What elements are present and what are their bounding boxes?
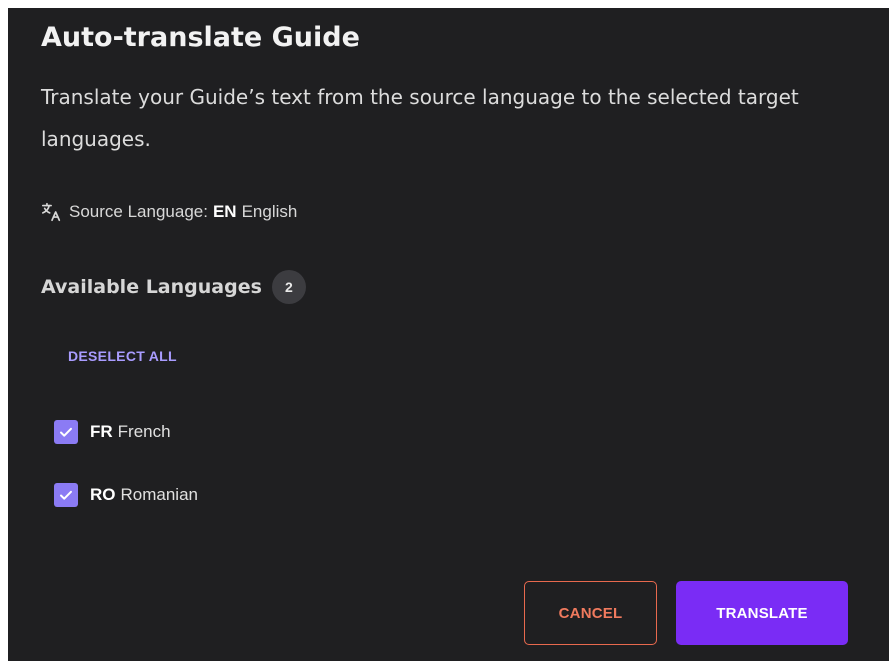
available-languages-count-badge: 2 [271, 270, 306, 304]
available-languages-label: Available Languages [41, 276, 262, 298]
translate-button[interactable]: TRANSLATE [676, 581, 848, 645]
source-language-code: EN [212, 202, 237, 221]
language-code: FR [90, 422, 113, 441]
available-languages-header: Available Languages 2 [41, 270, 306, 304]
auto-translate-dialog: Auto-translate Guide Translate your Guid… [8, 8, 889, 661]
deselect-all-button[interactable]: DESELECT ALL [68, 348, 177, 364]
language-name: French [117, 422, 171, 441]
language-name: Romanian [120, 485, 199, 504]
language-code: RO [90, 485, 116, 504]
language-option-fr[interactable]: FR French [54, 420, 171, 444]
dialog-title: Auto-translate Guide [41, 22, 360, 53]
translate-icon [41, 201, 63, 223]
source-language-row: Source Language: EN English [41, 201, 297, 223]
check-icon [60, 427, 72, 437]
check-icon [60, 490, 72, 500]
dialog-description: Translate your Guide’s text from the sou… [41, 85, 799, 151]
source-language-label: Source Language: [69, 202, 208, 221]
language-checkbox-fr[interactable] [54, 420, 78, 444]
cancel-button[interactable]: CANCEL [524, 581, 657, 645]
source-language-name: English [241, 202, 298, 221]
language-option-ro[interactable]: RO Romanian [54, 483, 198, 507]
language-checkbox-ro[interactable] [54, 483, 78, 507]
